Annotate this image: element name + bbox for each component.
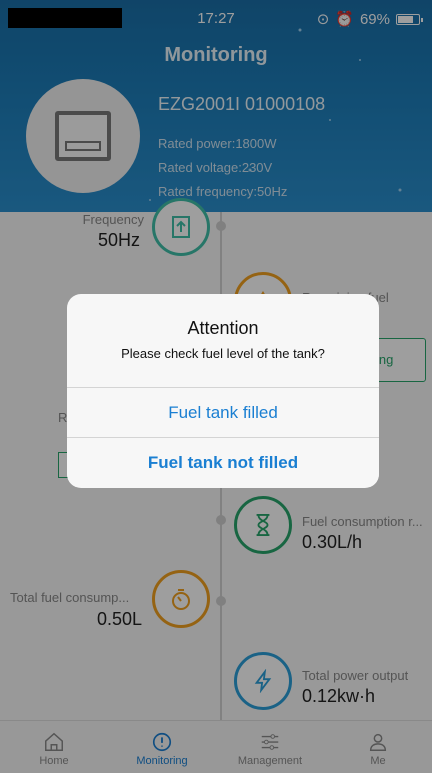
dialog-message: Please check fuel level of the tank? (121, 346, 325, 361)
dialog-title: Attention (187, 318, 259, 338)
attention-dialog: Attention Please check fuel level of the… (67, 294, 379, 488)
fuel-tank-not-filled-button[interactable]: Fuel tank not filled (67, 437, 379, 487)
fuel-tank-filled-button[interactable]: Fuel tank filled (67, 387, 379, 437)
